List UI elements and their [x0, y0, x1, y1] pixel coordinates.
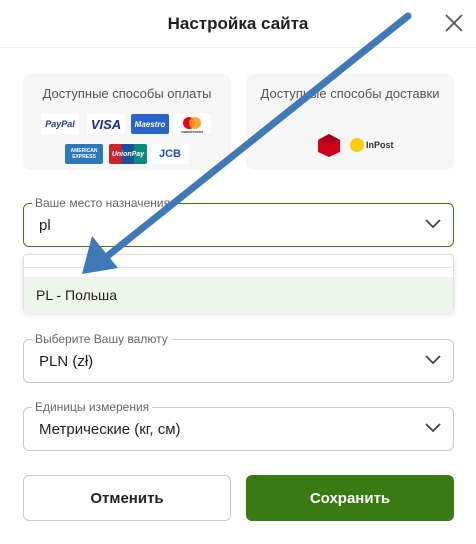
destination-label: Ваше место назначения	[32, 195, 174, 211]
units-label: Единицы измерения	[32, 399, 153, 415]
currency-value: PLN (zł)	[39, 353, 94, 370]
svg-text:mastercard: mastercard	[181, 129, 203, 134]
jcb-logo: JCB	[151, 144, 189, 164]
currency-select[interactable]: Выберите Вашу валюту PLN (zł)	[23, 331, 454, 383]
cancel-button[interactable]: Отменить	[23, 475, 231, 521]
dropdown-option-poland[interactable]: PL - Польша	[24, 277, 453, 313]
payment-methods-title: Доступные способы оплаты	[42, 86, 212, 101]
mastercard-icon: mastercard	[181, 117, 203, 134]
chevron-down-icon[interactable]	[425, 423, 441, 433]
units-value: Метрические (кг, см)	[39, 421, 181, 438]
dpd-logo	[318, 134, 340, 157]
dialog-title: Настройка сайта	[167, 14, 309, 33]
inpost-logo: InPost	[350, 134, 394, 156]
mastercard-logo: mastercard	[173, 114, 211, 134]
destination-dropdown: PL - Польша	[23, 254, 454, 313]
payment-methods-card: Доступные способы оплаты PayPal VISA Mae…	[23, 74, 231, 170]
currency-label: Выберите Вашу валюту	[32, 331, 171, 347]
shipping-methods-title: Доступные способы доставки	[260, 86, 440, 101]
unionpay-logo: UnionPay	[109, 144, 147, 164]
units-select[interactable]: Единицы измерения Метрические (кг, см)	[23, 399, 454, 451]
maestro-logo: Maestro	[131, 114, 169, 134]
destination-field[interactable]: Ваше место назначения pl	[23, 195, 454, 247]
destination-input[interactable]: pl	[39, 217, 51, 234]
paypal-logo: PayPal	[41, 114, 79, 134]
visa-logo: VISA	[87, 114, 125, 134]
close-icon[interactable]	[441, 10, 467, 36]
dialog-header: Настройка сайта	[0, 0, 476, 48]
dropdown-divider	[24, 267, 453, 268]
chevron-down-icon[interactable]	[425, 355, 441, 365]
amex-logo: AMERICAN EXPRESS	[65, 144, 103, 164]
shipping-methods-card: Доступные способы доставки InPost	[246, 74, 454, 170]
inpost-icon	[350, 138, 364, 152]
chevron-down-icon[interactable]	[425, 219, 441, 229]
save-button[interactable]: Сохранить	[246, 475, 454, 521]
